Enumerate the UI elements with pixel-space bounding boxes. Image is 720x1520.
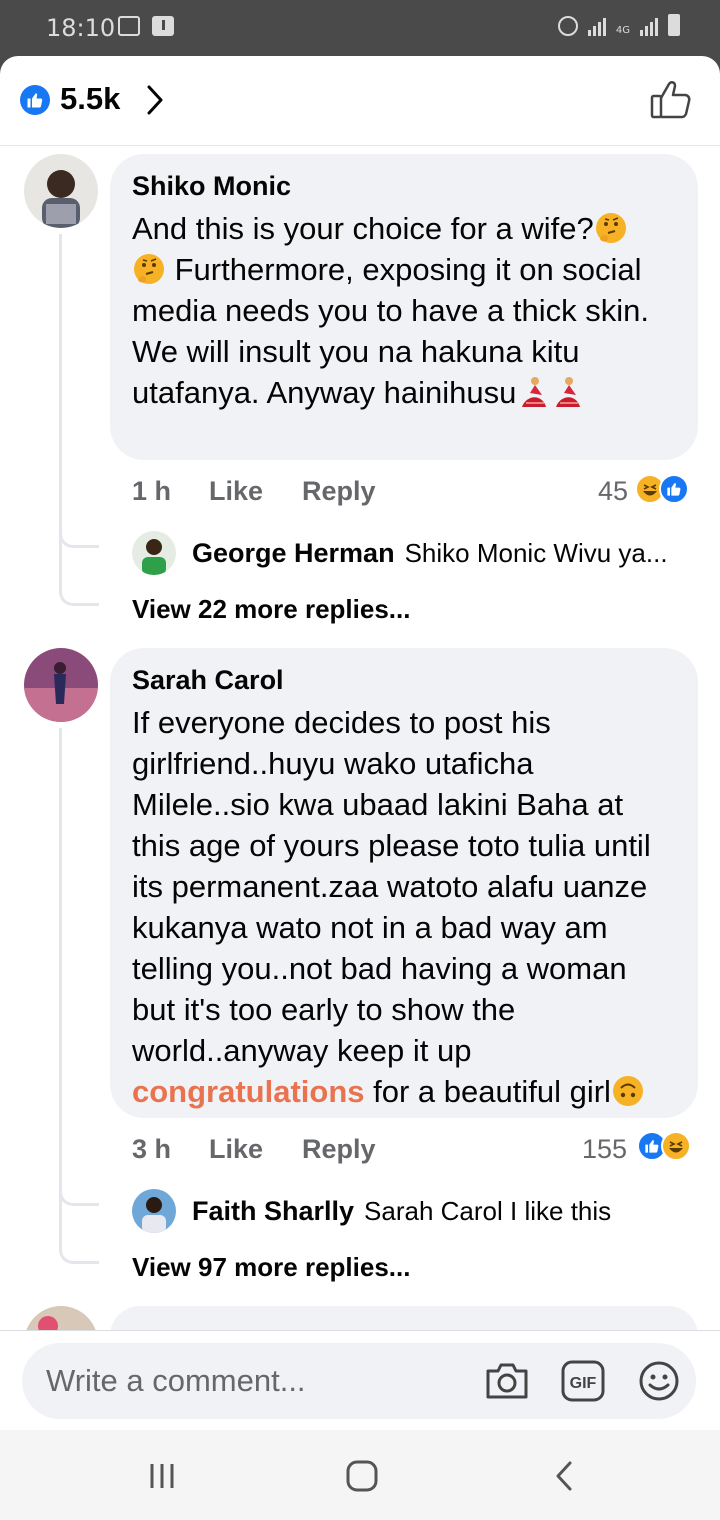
composer-box[interactable]: GIF (22, 1343, 696, 1419)
highlighted-word: congratulations (132, 1074, 365, 1109)
gallery-notification-icon (118, 16, 140, 36)
view-more-replies[interactable]: View 22 more replies... (132, 594, 410, 625)
thinking-emoji (134, 254, 164, 284)
network-type: 4G (615, 25, 630, 36)
reply-author[interactable]: Faith Sharlly (192, 1196, 354, 1227)
comment-list[interactable]: Shiko Monic And this is your choice for … (0, 146, 720, 1330)
status-bar: 18:10 4G (0, 0, 720, 56)
comment-bubble[interactable]: Sarah Carol If everyone decides to post … (110, 648, 698, 1118)
dancer-emoji (522, 377, 547, 407)
upside-down-face-emoji (612, 1076, 643, 1106)
reply-text: Shiko Monic Wivu ya... (404, 537, 668, 568)
total-reaction-count[interactable]: 5.5k (60, 81, 120, 117)
reaction-count[interactable]: 155 (582, 1134, 627, 1165)
thinking-emoji (595, 213, 626, 243)
avatar[interactable] (132, 1189, 176, 1233)
camera-icon[interactable] (484, 1359, 530, 1403)
thumbs-up-icon[interactable] (650, 80, 692, 120)
like-reaction-icon (659, 474, 689, 504)
chevron-right-icon[interactable] (146, 84, 164, 116)
haha-reaction-icon (661, 1131, 691, 1161)
alert-notification-icon (152, 16, 174, 36)
comment-author[interactable]: Shiko Monic (132, 170, 676, 202)
avatar[interactable] (24, 648, 98, 722)
signal-icon (587, 18, 606, 36)
like-reaction-icon (20, 85, 50, 115)
comment-text: And this is your choice for a wife? Furt… (132, 211, 649, 410)
svg-text:GIF: GIF (570, 1375, 597, 1392)
comment-author[interactable]: Sarah Carol (132, 664, 676, 696)
comment-time: 3 h (132, 1134, 172, 1164)
gif-icon[interactable]: GIF (560, 1359, 606, 1403)
alarm-icon (557, 16, 578, 36)
avatar[interactable] (24, 1306, 98, 1330)
reply-button[interactable]: Reply (302, 476, 376, 507)
reaction-icons[interactable] (637, 1131, 691, 1161)
reactions-header[interactable]: 5.5k (0, 56, 720, 146)
comment-bubble[interactable] (110, 1306, 698, 1330)
status-time: 18:10 (46, 14, 116, 42)
dancer-emoji (556, 377, 581, 407)
avatar[interactable] (24, 154, 98, 228)
battery-icon (668, 14, 680, 36)
system-nav-bar (0, 1430, 720, 1520)
reply-author[interactable]: George Herman (192, 538, 395, 569)
view-more-replies[interactable]: View 97 more replies... (132, 1252, 410, 1283)
reply-preview[interactable]: George Herman Shiko Monic Wivu ya... (132, 531, 692, 575)
comment-composer: GIF (0, 1330, 720, 1430)
like-button[interactable]: Like (209, 476, 302, 507)
back-button[interactable] (544, 1458, 584, 1494)
home-button[interactable] (342, 1458, 382, 1494)
comment-text: If everyone decides to post his girlfrie… (132, 705, 651, 1109)
avatar[interactable] (132, 531, 176, 575)
reply-preview[interactable]: Faith Sharlly Sarah Carol I like this (132, 1189, 692, 1233)
comment-input[interactable] (46, 1363, 456, 1399)
comments-sheet: 5.5k Shiko Monic And this is your choice… (0, 56, 720, 1430)
reaction-icons[interactable] (635, 474, 689, 504)
reply-text: Sarah Carol I like this (364, 1195, 612, 1226)
emoji-icon[interactable] (636, 1359, 682, 1403)
comment-time: 1 h (132, 476, 172, 506)
signal-icon-2 (640, 18, 658, 36)
comment-bubble[interactable]: Shiko Monic And this is your choice for … (110, 154, 698, 460)
like-button[interactable]: Like (209, 1134, 302, 1165)
recent-apps-button[interactable] (142, 1458, 182, 1494)
reaction-count[interactable]: 45 (598, 476, 628, 507)
reply-button[interactable]: Reply (302, 1134, 376, 1165)
